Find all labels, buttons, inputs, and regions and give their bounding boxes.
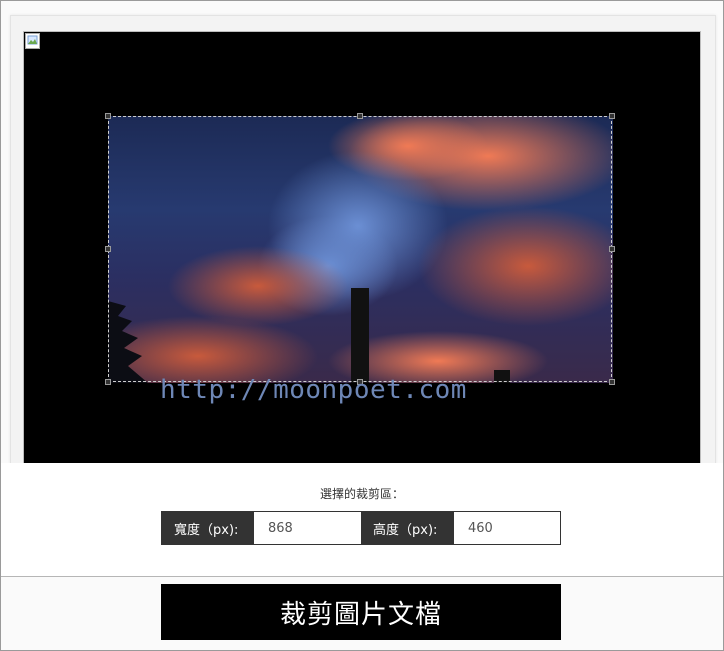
watermark-text: http://moonpoet.com <box>160 375 467 405</box>
crop-handle-n[interactable] <box>357 113 363 119</box>
selection-panel: 選擇的裁剪區： 寬度（px): 高度（px): <box>1 463 723 577</box>
crop-handle-nw[interactable] <box>105 113 111 119</box>
crop-handle-e[interactable] <box>609 246 615 252</box>
height-label: 高度（px): <box>361 512 454 544</box>
crop-handle-ne[interactable] <box>609 113 615 119</box>
height-input[interactable] <box>454 512 560 544</box>
broken-image-icon <box>25 33 41 49</box>
crop-handle-w[interactable] <box>105 246 111 252</box>
crop-selection[interactable] <box>108 116 612 382</box>
crop-button[interactable]: 裁剪圖片文檔 <box>161 584 561 640</box>
crop-handle-se[interactable] <box>609 379 615 385</box>
width-input[interactable] <box>254 512 361 544</box>
width-label: 寬度（px): <box>162 512 254 544</box>
crop-handle-sw[interactable] <box>105 379 111 385</box>
dimension-fields: 寬度（px): 高度（px): <box>161 511 561 545</box>
selection-label: 選擇的裁剪區： <box>319 487 404 501</box>
